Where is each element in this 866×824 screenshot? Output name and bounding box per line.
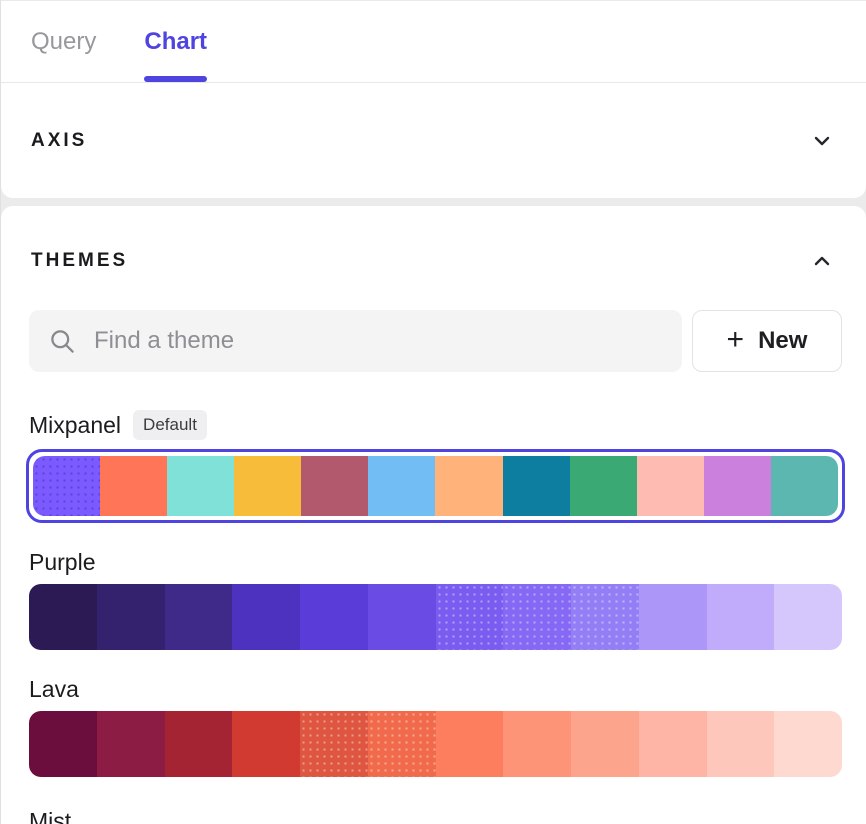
default-badge: Default <box>133 410 207 440</box>
search-icon <box>49 328 76 355</box>
swatch[interactable] <box>707 711 775 777</box>
swatch[interactable] <box>503 456 570 516</box>
tab-chart-label: Chart <box>144 28 207 56</box>
section-divider <box>1 198 866 206</box>
theme-swatches-lava[interactable] <box>29 711 842 777</box>
theme-search-row: + New <box>29 310 842 372</box>
swatch[interactable] <box>435 456 502 516</box>
swatch[interactable] <box>774 584 842 650</box>
plus-icon: + <box>727 325 745 355</box>
swatch[interactable] <box>300 711 368 777</box>
theme-name-mixpanel: Mixpanel <box>29 412 121 439</box>
swatch[interactable] <box>704 456 771 516</box>
theme-label-row-lava: Lava <box>29 676 842 703</box>
theme-label-row-mixpanel: Mixpanel Default <box>29 410 842 440</box>
tab-query[interactable]: Query <box>31 1 96 82</box>
chart-settings-panel: Query Chart AXIS THEMES <box>0 0 866 824</box>
swatch[interactable] <box>300 584 368 650</box>
themes-collapse-button[interactable] <box>808 247 836 275</box>
swatch[interactable] <box>29 711 97 777</box>
chevron-up-icon <box>810 249 834 273</box>
swatch[interactable] <box>165 584 233 650</box>
swatch[interactable] <box>637 456 704 516</box>
swatch[interactable] <box>368 711 436 777</box>
swatch[interactable] <box>97 584 165 650</box>
swatch[interactable] <box>571 711 639 777</box>
swatch[interactable] <box>570 456 637 516</box>
swatch[interactable] <box>707 584 775 650</box>
theme-name-purple: Purple <box>29 549 95 576</box>
swatch[interactable] <box>436 584 504 650</box>
theme-swatches-mixpanel[interactable] <box>33 456 838 516</box>
swatch[interactable] <box>232 711 300 777</box>
theme-row-mixpanel-selected[interactable] <box>26 449 845 523</box>
swatch[interactable] <box>368 456 435 516</box>
swatch[interactable] <box>503 711 571 777</box>
chevron-down-icon <box>810 129 834 153</box>
theme-name-lava: Lava <box>29 676 79 703</box>
swatch[interactable] <box>368 584 436 650</box>
active-tab-indicator <box>144 76 207 82</box>
swatch[interactable] <box>301 456 368 516</box>
swatch[interactable] <box>571 584 639 650</box>
themes-section-title: THEMES <box>31 250 808 272</box>
themes-section: THEMES + New Mixpanel Def <box>1 206 866 824</box>
swatch[interactable] <box>29 584 97 650</box>
theme-search-input[interactable] <box>94 327 662 355</box>
swatch[interactable] <box>639 584 707 650</box>
swatch[interactable] <box>771 456 838 516</box>
swatch[interactable] <box>639 711 707 777</box>
swatch[interactable] <box>167 456 234 516</box>
axis-section[interactable]: AXIS <box>1 83 866 198</box>
theme-label-row-purple: Purple <box>29 549 842 576</box>
tab-query-label: Query <box>31 28 96 56</box>
new-theme-button[interactable]: + New <box>692 310 842 372</box>
themes-header[interactable]: THEMES <box>29 206 842 310</box>
new-theme-button-label: New <box>758 327 807 355</box>
tab-chart[interactable]: Chart <box>144 1 207 82</box>
swatch[interactable] <box>33 456 100 516</box>
axis-section-title: AXIS <box>31 130 808 152</box>
swatch[interactable] <box>165 711 233 777</box>
swatch[interactable] <box>234 456 301 516</box>
theme-label-row-mist: Mist <box>29 808 842 824</box>
swatch[interactable] <box>436 711 504 777</box>
theme-swatches-purple[interactable] <box>29 584 842 650</box>
theme-search-box[interactable] <box>29 310 682 372</box>
swatch[interactable] <box>100 456 167 516</box>
tab-bar: Query Chart <box>1 1 866 83</box>
axis-expand-button[interactable] <box>808 127 836 155</box>
swatch[interactable] <box>774 711 842 777</box>
swatch[interactable] <box>232 584 300 650</box>
swatch[interactable] <box>97 711 165 777</box>
theme-name-mist: Mist <box>29 808 71 824</box>
swatch[interactable] <box>503 584 571 650</box>
